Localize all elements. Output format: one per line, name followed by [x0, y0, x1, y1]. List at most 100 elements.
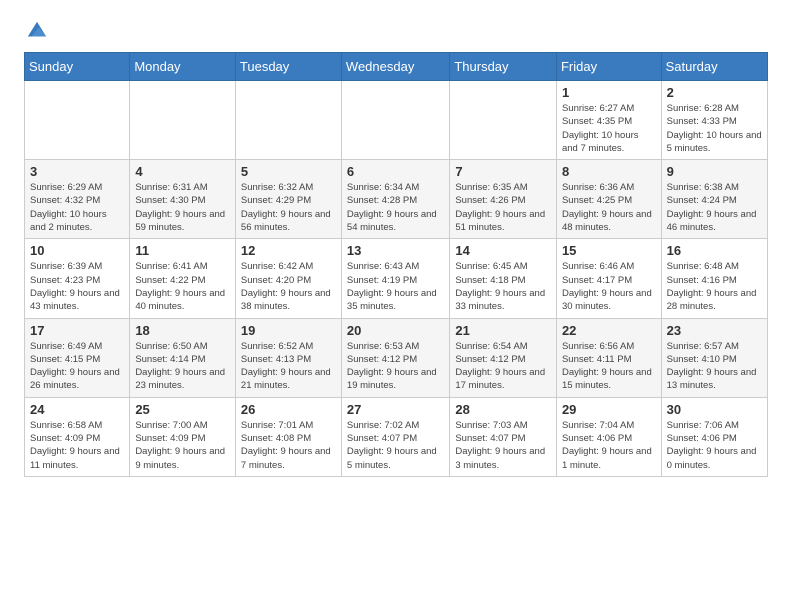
day-info: Sunrise: 6:57 AM Sunset: 4:10 PM Dayligh… [667, 340, 762, 393]
logo [24, 20, 48, 42]
day-number: 11 [135, 243, 230, 258]
day-cell [450, 81, 557, 160]
day-cell: 10 Sunrise: 6:39 AM Sunset: 4:23 PM Dayli… [25, 239, 130, 318]
day-info: Sunrise: 6:38 AM Sunset: 4:24 PM Dayligh… [667, 181, 762, 234]
day-info: Sunrise: 6:32 AM Sunset: 4:29 PM Dayligh… [241, 181, 336, 234]
day-cell [25, 81, 130, 160]
day-cell: 9 Sunrise: 6:38 AM Sunset: 4:24 PM Daylig… [661, 160, 767, 239]
day-cell: 19 Sunrise: 6:52 AM Sunset: 4:13 PM Dayli… [235, 318, 341, 397]
day-cell: 16 Sunrise: 6:48 AM Sunset: 4:16 PM Dayli… [661, 239, 767, 318]
day-number: 3 [30, 164, 124, 179]
week-row-2: 10 Sunrise: 6:39 AM Sunset: 4:23 PM Dayli… [25, 239, 768, 318]
page: SundayMondayTuesdayWednesdayThursdayFrid… [0, 0, 792, 497]
day-number: 30 [667, 402, 762, 417]
day-info: Sunrise: 6:43 AM Sunset: 4:19 PM Dayligh… [347, 260, 444, 313]
calendar-header-row: SundayMondayTuesdayWednesdayThursdayFrid… [25, 53, 768, 81]
day-info: Sunrise: 6:48 AM Sunset: 4:16 PM Dayligh… [667, 260, 762, 313]
day-info: Sunrise: 6:50 AM Sunset: 4:14 PM Dayligh… [135, 340, 230, 393]
day-cell [341, 81, 449, 160]
day-info: Sunrise: 6:49 AM Sunset: 4:15 PM Dayligh… [30, 340, 124, 393]
day-number: 4 [135, 164, 230, 179]
day-cell: 4 Sunrise: 6:31 AM Sunset: 4:30 PM Daylig… [130, 160, 236, 239]
header-saturday: Saturday [661, 53, 767, 81]
day-cell [130, 81, 236, 160]
day-cell: 28Sunrise: 7:03 AM Sunset: 4:07 PM Dayli… [450, 397, 557, 476]
day-number: 23 [667, 323, 762, 338]
week-row-3: 17 Sunrise: 6:49 AM Sunset: 4:15 PM Dayli… [25, 318, 768, 397]
day-info: Sunrise: 6:52 AM Sunset: 4:13 PM Dayligh… [241, 340, 336, 393]
day-number: 9 [667, 164, 762, 179]
day-cell: 21 Sunrise: 6:54 AM Sunset: 4:12 PM Dayli… [450, 318, 557, 397]
header-monday: Monday [130, 53, 236, 81]
header-sunday: Sunday [25, 53, 130, 81]
day-cell: 23 Sunrise: 6:57 AM Sunset: 4:10 PM Dayli… [661, 318, 767, 397]
day-number: 5 [241, 164, 336, 179]
day-cell: 17 Sunrise: 6:49 AM Sunset: 4:15 PM Dayli… [25, 318, 130, 397]
day-cell: 5 Sunrise: 6:32 AM Sunset: 4:29 PM Daylig… [235, 160, 341, 239]
calendar-table: SundayMondayTuesdayWednesdayThursdayFrid… [24, 52, 768, 477]
day-cell: 3Sunrise: 6:29 AM Sunset: 4:32 PM Daylig… [25, 160, 130, 239]
day-cell: 15Sunrise: 6:46 AM Sunset: 4:17 PM Dayli… [556, 239, 661, 318]
day-info: Sunrise: 6:58 AM Sunset: 4:09 PM Dayligh… [30, 419, 124, 472]
day-number: 22 [562, 323, 656, 338]
day-info: Sunrise: 6:35 AM Sunset: 4:26 PM Dayligh… [455, 181, 551, 234]
day-cell: 29Sunrise: 7:04 AM Sunset: 4:06 PM Dayli… [556, 397, 661, 476]
day-number: 18 [135, 323, 230, 338]
header-friday: Friday [556, 53, 661, 81]
day-cell: 1 Sunrise: 6:27 AM Sunset: 4:35 PM Daylig… [556, 81, 661, 160]
day-cell: 2 Sunrise: 6:28 AM Sunset: 4:33 PM Daylig… [661, 81, 767, 160]
day-info: Sunrise: 6:39 AM Sunset: 4:23 PM Dayligh… [30, 260, 124, 313]
day-number: 6 [347, 164, 444, 179]
day-number: 1 [562, 85, 656, 100]
day-info: Sunrise: 6:31 AM Sunset: 4:30 PM Dayligh… [135, 181, 230, 234]
day-cell: 20 Sunrise: 6:53 AM Sunset: 4:12 PM Dayli… [341, 318, 449, 397]
header-tuesday: Tuesday [235, 53, 341, 81]
day-info: Sunrise: 6:56 AM Sunset: 4:11 PM Dayligh… [562, 340, 656, 393]
day-number: 12 [241, 243, 336, 258]
day-cell: 12 Sunrise: 6:42 AM Sunset: 4:20 PM Dayli… [235, 239, 341, 318]
day-number: 8 [562, 164, 656, 179]
day-number: 7 [455, 164, 551, 179]
day-info: Sunrise: 6:34 AM Sunset: 4:28 PM Dayligh… [347, 181, 444, 234]
day-number: 14 [455, 243, 551, 258]
day-info: Sunrise: 6:27 AM Sunset: 4:35 PM Dayligh… [562, 102, 656, 155]
day-number: 13 [347, 243, 444, 258]
day-cell: 25Sunrise: 7:00 AM Sunset: 4:09 PM Dayli… [130, 397, 236, 476]
header-thursday: Thursday [450, 53, 557, 81]
day-number: 21 [455, 323, 551, 338]
day-info: Sunrise: 6:41 AM Sunset: 4:22 PM Dayligh… [135, 260, 230, 313]
week-row-1: 3Sunrise: 6:29 AM Sunset: 4:32 PM Daylig… [25, 160, 768, 239]
day-cell [235, 81, 341, 160]
day-number: 29 [562, 402, 656, 417]
day-cell: 13 Sunrise: 6:43 AM Sunset: 4:19 PM Dayli… [341, 239, 449, 318]
day-number: 15 [562, 243, 656, 258]
week-row-0: 1 Sunrise: 6:27 AM Sunset: 4:35 PM Daylig… [25, 81, 768, 160]
day-info: Sunrise: 6:28 AM Sunset: 4:33 PM Dayligh… [667, 102, 762, 155]
day-number: 19 [241, 323, 336, 338]
day-info: Sunrise: 6:45 AM Sunset: 4:18 PM Dayligh… [455, 260, 551, 313]
day-info: Sunrise: 6:36 AM Sunset: 4:25 PM Dayligh… [562, 181, 656, 234]
day-info: Sunrise: 6:42 AM Sunset: 4:20 PM Dayligh… [241, 260, 336, 313]
logo-icon [26, 20, 48, 42]
day-cell: 18 Sunrise: 6:50 AM Sunset: 4:14 PM Dayli… [130, 318, 236, 397]
day-cell: 24 Sunrise: 6:58 AM Sunset: 4:09 PM Dayli… [25, 397, 130, 476]
day-cell: 7 Sunrise: 6:35 AM Sunset: 4:26 PM Daylig… [450, 160, 557, 239]
day-number: 24 [30, 402, 124, 417]
day-number: 25 [135, 402, 230, 417]
day-number: 16 [667, 243, 762, 258]
header [24, 20, 768, 42]
day-number: 20 [347, 323, 444, 338]
day-info: Sunrise: 7:06 AM Sunset: 4:06 PM Dayligh… [667, 419, 762, 472]
day-info: Sunrise: 7:02 AM Sunset: 4:07 PM Dayligh… [347, 419, 444, 472]
day-number: 27 [347, 402, 444, 417]
day-info: Sunrise: 6:54 AM Sunset: 4:12 PM Dayligh… [455, 340, 551, 393]
week-row-4: 24 Sunrise: 6:58 AM Sunset: 4:09 PM Dayli… [25, 397, 768, 476]
day-cell: 11 Sunrise: 6:41 AM Sunset: 4:22 PM Dayli… [130, 239, 236, 318]
day-info: Sunrise: 7:01 AM Sunset: 4:08 PM Dayligh… [241, 419, 336, 472]
day-info: Sunrise: 6:53 AM Sunset: 4:12 PM Dayligh… [347, 340, 444, 393]
day-number: 17 [30, 323, 124, 338]
day-number: 10 [30, 243, 124, 258]
day-info: Sunrise: 7:03 AM Sunset: 4:07 PM Dayligh… [455, 419, 551, 472]
day-number: 2 [667, 85, 762, 100]
day-cell: 8 Sunrise: 6:36 AM Sunset: 4:25 PM Daylig… [556, 160, 661, 239]
